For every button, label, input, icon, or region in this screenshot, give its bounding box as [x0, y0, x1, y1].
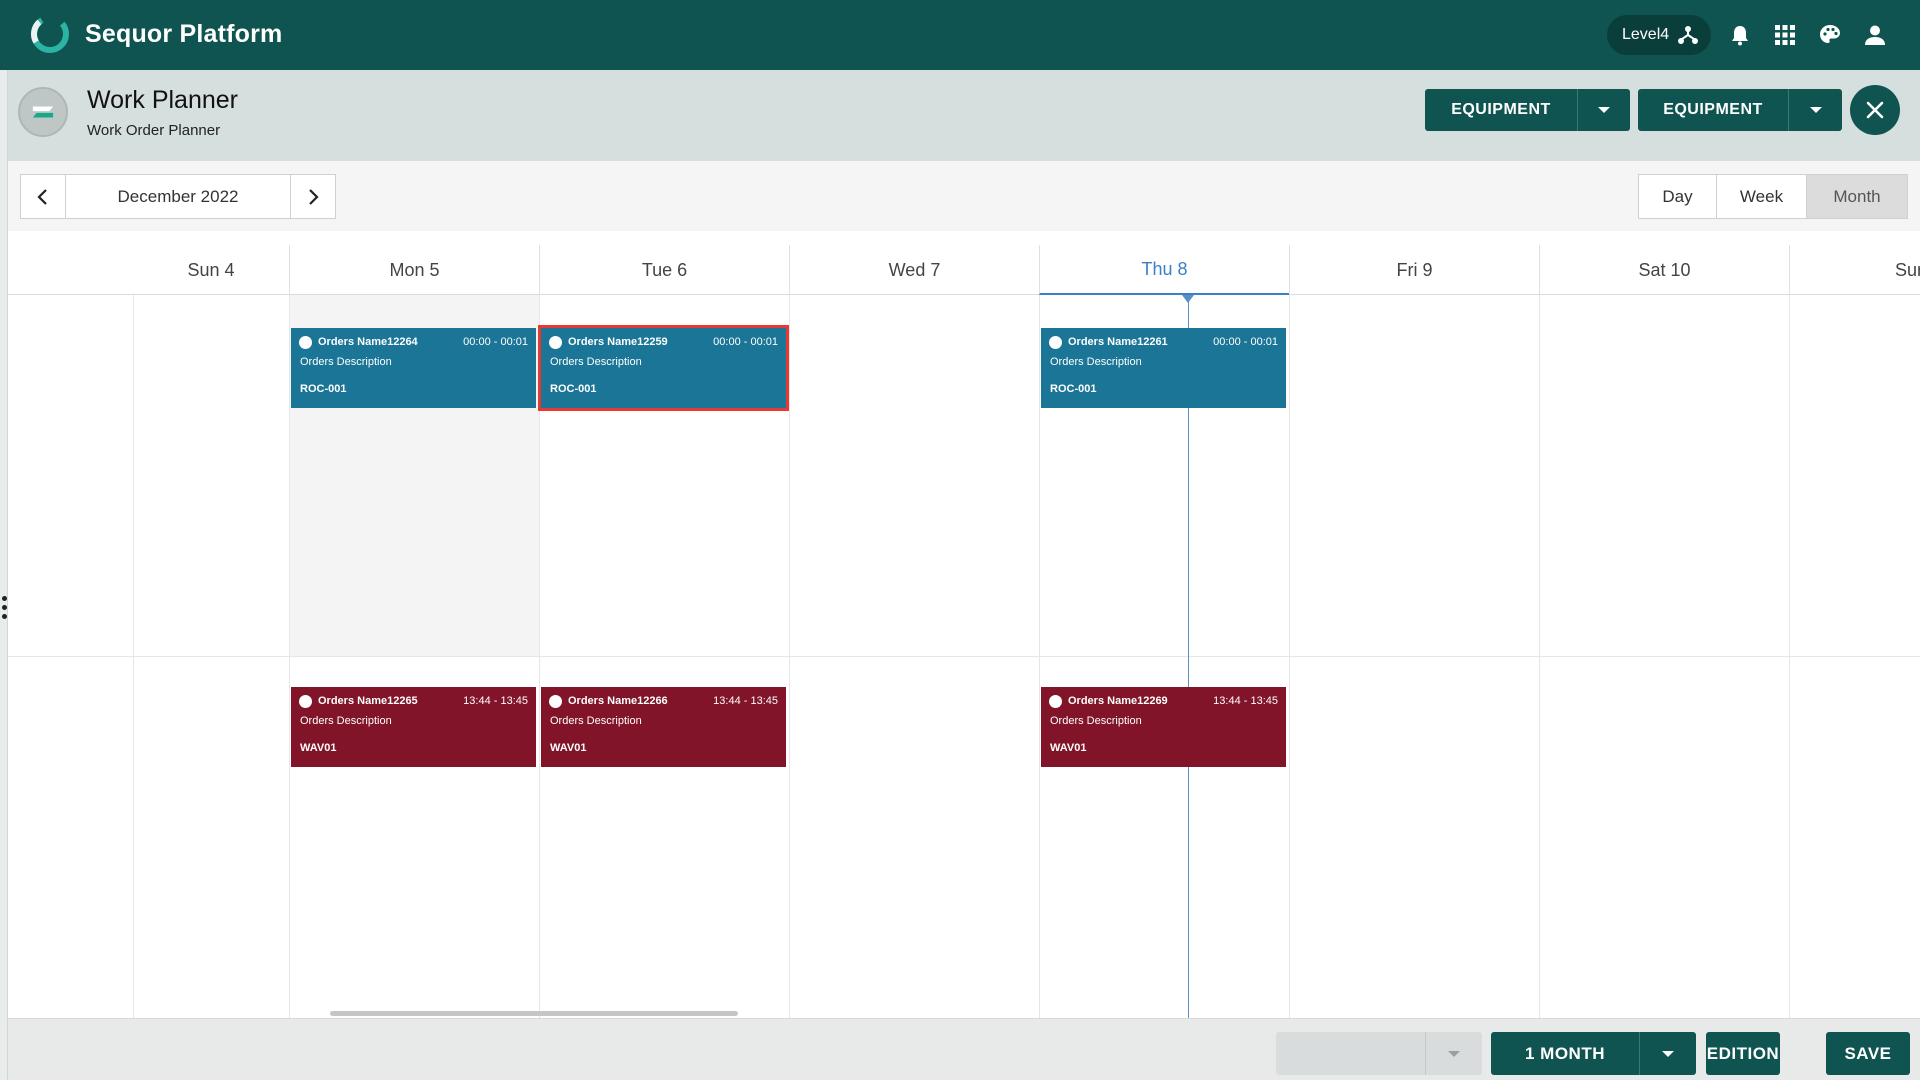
secondary-select-dropdown[interactable] [1426, 1032, 1482, 1075]
day-header-today: Thu 8 [1039, 245, 1289, 295]
event-name: Orders Name12259 [568, 336, 668, 348]
hierarchy-icon [1678, 26, 1698, 44]
status-dot [1049, 336, 1062, 349]
top-app-bar: Sequor Platform Level4 [0, 0, 1920, 70]
event-code: ROC-001 [550, 383, 597, 395]
caret-down-icon [1662, 1050, 1674, 1057]
close-button[interactable] [1850, 85, 1900, 135]
event-name: Orders Name12266 [568, 695, 668, 707]
page-title: Work Planner [87, 86, 238, 114]
day-header: Sun [1789, 245, 1920, 295]
edition-button[interactable]: EDITION [1706, 1032, 1780, 1075]
event-time: 13:44 - 13:45 [713, 695, 778, 707]
event-description: Orders Description [300, 715, 392, 727]
equipment-filter-1: EQUIPMENT [1425, 89, 1630, 131]
day-header: Mon 5 [289, 245, 539, 295]
day-header: Wed 7 [789, 245, 1039, 295]
page-avatar [18, 87, 68, 137]
work-order-event[interactable]: Orders Name12261 00:00 - 00:01 Orders De… [1041, 328, 1286, 408]
work-order-event[interactable]: Orders Name12266 13:44 - 13:45 Orders De… [541, 687, 786, 767]
planner-logo-icon [32, 106, 54, 118]
day-header: Fri 9 [1289, 245, 1539, 295]
event-description: Orders Description [1050, 715, 1142, 727]
previous-period-button[interactable] [21, 175, 66, 218]
current-period-label[interactable]: December 2022 [66, 175, 290, 218]
event-description: Orders Description [550, 356, 642, 368]
day-header: Sat 10 [1539, 245, 1789, 295]
level-chip[interactable]: Level4 [1607, 15, 1711, 55]
logo-ring-icon [31, 15, 69, 53]
view-week-button[interactable]: Week [1716, 175, 1806, 218]
user-icon[interactable] [1863, 23, 1887, 47]
apps-grid-icon[interactable] [1773, 23, 1797, 47]
range-dropdown[interactable] [1639, 1032, 1696, 1075]
calendar-day-header: Sun 4 Mon 5 Tue 6 Wed 7 Thu 8 Fri 9 Sat … [8, 245, 1920, 295]
chevron-left-icon [37, 188, 47, 205]
day-header: Sun 4 [187, 259, 235, 280]
caret-down-icon [1448, 1050, 1460, 1057]
work-order-event-selected[interactable]: Orders Name12259 00:00 - 00:01 Orders De… [538, 325, 789, 411]
equipment-filter-2: EQUIPMENT [1638, 89, 1842, 131]
status-dot [299, 695, 312, 708]
horizontal-scrollbar[interactable] [330, 1011, 738, 1016]
page-header [8, 70, 1920, 161]
work-order-event[interactable]: Orders Name12265 13:44 - 13:45 Orders De… [291, 687, 536, 767]
equipment-filter-1-dropdown[interactable] [1577, 89, 1630, 131]
event-time: 13:44 - 13:45 [1213, 695, 1278, 707]
work-order-event[interactable]: Orders Name12264 00:00 - 00:01 Orders De… [291, 328, 536, 408]
left-rail [0, 70, 8, 1080]
event-code: ROC-001 [300, 383, 347, 395]
event-code: WAV01 [550, 742, 587, 754]
equipment-filter-1-button[interactable]: EQUIPMENT [1425, 89, 1577, 131]
event-name: Orders Name12261 [1068, 336, 1168, 348]
secondary-select[interactable] [1276, 1032, 1482, 1075]
range-split-button: 1 MONTH [1491, 1032, 1696, 1075]
caret-down-icon [1598, 107, 1610, 113]
event-time: 00:00 - 00:01 [713, 336, 778, 348]
status-dot [549, 695, 562, 708]
month-calendar: Sun 4 Mon 5 Tue 6 Wed 7 Thu 8 Fri 9 Sat … [8, 231, 1920, 1018]
event-description: Orders Description [1050, 356, 1142, 368]
row-divider [8, 656, 1920, 657]
level-label: Level4 [1622, 26, 1670, 43]
view-switcher: Day Week Month [1638, 174, 1908, 219]
chevron-right-icon [309, 188, 319, 205]
event-name: Orders Name12264 [318, 336, 418, 348]
caret-down-icon [1809, 107, 1822, 113]
work-order-event[interactable]: Orders Name12269 13:44 - 13:45 Orders De… [1041, 687, 1286, 767]
status-dot [1049, 695, 1062, 708]
day-header: Tue 6 [539, 245, 789, 295]
equipment-filter-2-dropdown[interactable] [1788, 89, 1842, 131]
secondary-select-value [1276, 1032, 1426, 1075]
current-time-marker [1182, 295, 1194, 303]
bell-icon[interactable] [1728, 23, 1752, 47]
event-description: Orders Description [300, 356, 392, 368]
next-period-button[interactable] [290, 175, 335, 218]
event-name: Orders Name12265 [318, 695, 418, 707]
range-button[interactable]: 1 MONTH [1491, 1032, 1639, 1075]
event-time: 00:00 - 00:01 [463, 336, 528, 348]
save-button[interactable]: SAVE [1826, 1032, 1910, 1075]
close-icon [1866, 101, 1884, 119]
page-subtitle: Work Order Planner [87, 122, 221, 139]
app-title: Sequor Platform [85, 20, 283, 48]
equipment-filter-2-button[interactable]: EQUIPMENT [1638, 89, 1788, 131]
date-navigator: December 2022 [20, 174, 336, 219]
view-month-button[interactable]: Month [1806, 175, 1907, 218]
status-dot [299, 336, 312, 349]
event-description: Orders Description [550, 715, 642, 727]
palette-icon[interactable] [1818, 23, 1842, 47]
view-day-button[interactable]: Day [1639, 175, 1716, 218]
event-code: ROC-001 [1050, 383, 1097, 395]
event-code: WAV01 [300, 742, 337, 754]
event-time: 00:00 - 00:01 [1213, 336, 1278, 348]
event-name: Orders Name12269 [1068, 695, 1168, 707]
event-time: 13:44 - 13:45 [463, 695, 528, 707]
event-code: WAV01 [1050, 742, 1087, 754]
status-dot [549, 336, 562, 349]
